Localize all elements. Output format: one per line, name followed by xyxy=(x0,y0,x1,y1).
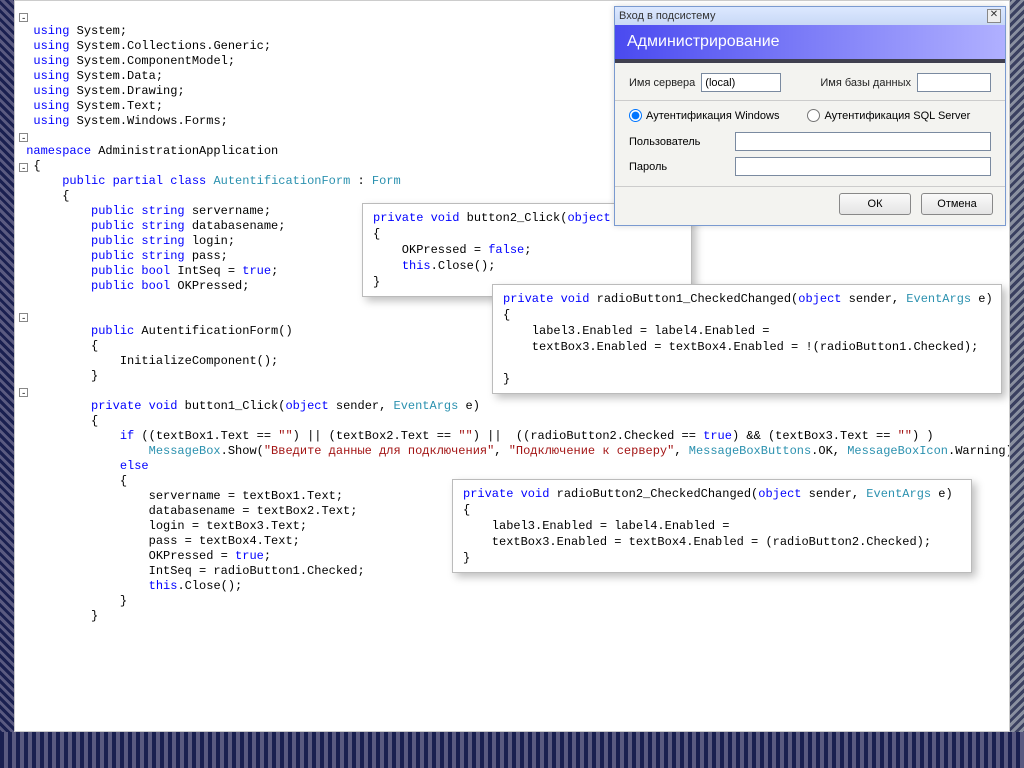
snippet-rb2: private void radioButton2_CheckedChanged… xyxy=(452,479,972,573)
cancel-button[interactable]: Отмена xyxy=(921,193,993,215)
close-icon[interactable]: ✕ xyxy=(987,9,1001,23)
fold-icon[interactable] xyxy=(19,313,28,322)
server-input[interactable] xyxy=(701,73,781,92)
radio-sql-input[interactable] xyxy=(807,109,820,122)
fold-icon[interactable] xyxy=(19,13,28,22)
fold-icon[interactable] xyxy=(19,388,28,397)
radio-windows-auth[interactable]: Аутентификация Windows xyxy=(629,109,779,122)
login-dialog: Вход в подсистему ✕ Администрирование Им… xyxy=(614,6,1006,226)
dialog-caption: Вход в подсистему xyxy=(619,10,715,22)
db-label: Имя базы данных xyxy=(820,77,911,89)
user-input[interactable] xyxy=(735,132,991,151)
dialog-banner: Администрирование xyxy=(615,25,1005,63)
fold-icon[interactable] xyxy=(19,133,28,142)
pass-input[interactable] xyxy=(735,157,991,176)
snippet-rb1: private void radioButton1_CheckedChanged… xyxy=(492,284,1002,394)
bottom-decor xyxy=(0,732,1024,768)
pass-label: Пароль xyxy=(629,161,735,173)
radio-win-input[interactable] xyxy=(629,109,642,122)
fold-icon[interactable] xyxy=(19,163,28,172)
radio-sql-auth[interactable]: Аутентификация SQL Server xyxy=(807,109,970,122)
db-input[interactable] xyxy=(917,73,991,92)
ok-button[interactable]: ОК xyxy=(839,193,911,215)
dialog-titlebar[interactable]: Вход в подсистему ✕ xyxy=(615,7,1005,25)
right-decor xyxy=(1008,0,1024,768)
server-label: Имя сервера xyxy=(629,77,695,89)
user-label: Пользователь xyxy=(629,136,735,148)
